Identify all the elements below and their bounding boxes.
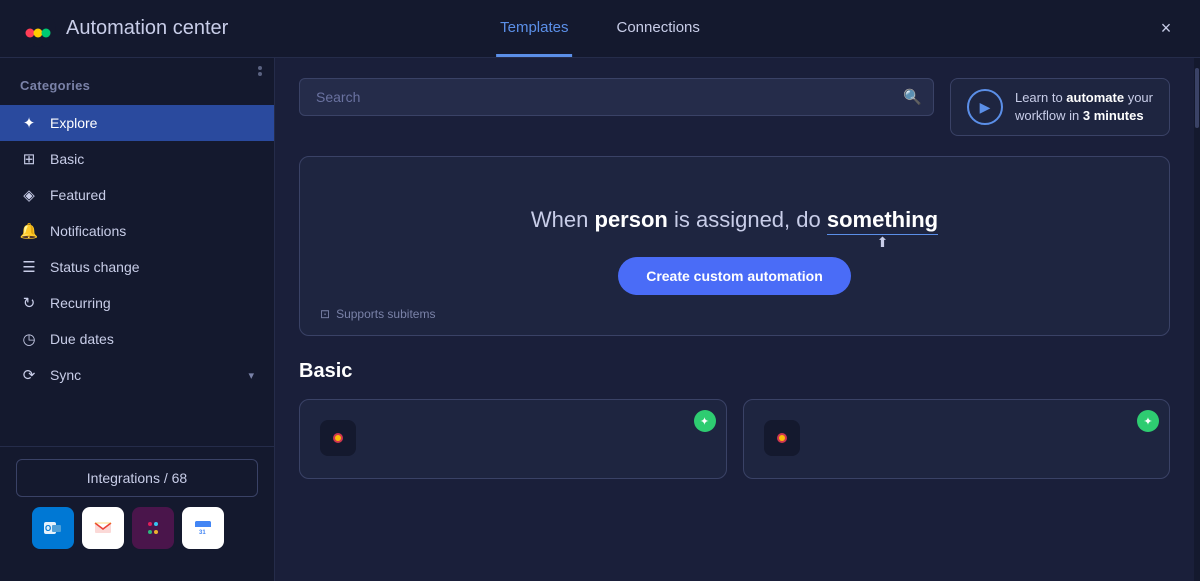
right-scrollbar — [1194, 58, 1200, 581]
learn-bold-minutes: 3 minutes — [1083, 108, 1144, 123]
subitems-text: Supports subitems — [336, 307, 435, 321]
sidebar-bottom: Integrations / 68 O — [0, 446, 274, 565]
sidebar-item-label-due-dates: Due dates — [50, 331, 114, 347]
ai-badge-1: ✦ — [694, 410, 716, 432]
chevron-down-icon: ▾ — [248, 369, 254, 382]
slack-icon[interactable] — [132, 507, 174, 549]
card-logo-2 — [764, 420, 800, 456]
featured-icon: ◈ — [20, 186, 38, 204]
due-dates-icon: ◷ — [20, 330, 38, 348]
phrase-something-underlined: something ⬆ — [827, 207, 938, 233]
header: Automation center Templates Connections … — [0, 0, 1200, 58]
learn-bold-automate: automate — [1066, 90, 1124, 105]
phrase-person: person — [595, 207, 668, 232]
basic-icon: ⊞ — [20, 150, 38, 168]
sync-icon: ⟳ — [20, 366, 38, 384]
sidebar-item-label-featured: Featured — [50, 187, 106, 203]
categories-label: Categories — [0, 74, 274, 105]
sidebar-item-label-sync: Sync — [50, 367, 81, 383]
sidebar-item-sync[interactable]: ⟳ Sync ▾ — [0, 357, 274, 393]
header-tabs: Templates Connections — [496, 1, 704, 57]
monday-logo — [20, 11, 56, 47]
sidebar-item-label-notifications: Notifications — [50, 223, 126, 239]
content-area: 🔍 ▶ Learn to automate yourworkflow in 3 … — [275, 58, 1194, 581]
learn-text: Learn to automate yourworkflow in 3 minu… — [1015, 89, 1153, 125]
supports-subitems-label: ⊡ Supports subitems — [320, 307, 435, 321]
sidebar-item-label-recurring: Recurring — [50, 295, 111, 311]
notifications-icon: 🔔 — [20, 222, 38, 240]
sidebar-item-label-status: Status change — [50, 259, 140, 275]
sidebar-item-notifications[interactable]: 🔔 Notifications — [0, 213, 274, 249]
automation-phrase: When person is assigned, do something ⬆ — [531, 207, 938, 233]
custom-automation-card: When person is assigned, do something ⬆ … — [299, 156, 1170, 336]
svg-text:O: O — [45, 524, 51, 533]
search-input[interactable] — [299, 78, 934, 116]
search-icon: 🔍 — [903, 88, 922, 106]
close-button[interactable]: × — [1152, 15, 1180, 43]
main-layout: Categories ✦ Explore ⊞ Basic ◈ Featured … — [0, 58, 1200, 581]
basic-section-title: Basic — [299, 360, 1170, 383]
scrollbar-thumb[interactable] — [1195, 68, 1199, 128]
sidebar-item-due-dates[interactable]: ◷ Due dates — [0, 321, 274, 357]
scroll-up-indicator[interactable] — [258, 66, 262, 76]
integrations-button[interactable]: Integrations / 68 — [16, 459, 258, 497]
app-title: Automation center — [66, 17, 228, 40]
cursor-icon: ⬆ — [877, 234, 889, 251]
scroll-dot-2 — [258, 72, 262, 76]
integration-icons-row: O — [16, 497, 258, 553]
scroll-dot-1 — [258, 66, 262, 70]
gmail-icon[interactable] — [82, 507, 124, 549]
search-bar: 🔍 — [299, 78, 934, 116]
sidebar-item-label-explore: Explore — [50, 115, 97, 131]
sidebar-item-label-basic: Basic — [50, 151, 84, 167]
automation-card-2[interactable]: ✦ — [743, 399, 1171, 479]
title-suffix: center — [167, 17, 228, 39]
card-logo-1 — [320, 420, 356, 456]
sidebar-item-status-change[interactable]: ☰ Status change — [0, 249, 274, 285]
explore-icon: ✦ — [20, 114, 38, 132]
phrase-something: something — [827, 207, 938, 233]
status-change-icon: ☰ — [20, 258, 38, 276]
sidebar-item-explore[interactable]: ✦ Explore — [0, 105, 274, 141]
content-top-bar: 🔍 ▶ Learn to automate yourworkflow in 3 … — [299, 78, 1170, 136]
sidebar-item-recurring[interactable]: ↻ Recurring — [0, 285, 274, 321]
create-custom-automation-button[interactable]: Create custom automation — [618, 257, 851, 295]
play-icon: ▶ — [967, 89, 1003, 125]
ai-badge-2: ✦ — [1137, 410, 1159, 432]
outlook-icon[interactable]: O — [32, 507, 74, 549]
basic-cards-row: ✦ ✦ — [299, 399, 1170, 479]
tab-connections[interactable]: Connections — [612, 1, 703, 57]
learn-widget[interactable]: ▶ Learn to automate yourworkflow in 3 mi… — [950, 78, 1170, 136]
tab-templates[interactable]: Templates — [496, 1, 572, 57]
calendar-icon[interactable]: 31 — [182, 507, 224, 549]
logo-area: Automation center — [20, 11, 300, 47]
recurring-icon: ↻ — [20, 294, 38, 312]
automation-card-1[interactable]: ✦ — [299, 399, 727, 479]
sidebar-item-featured[interactable]: ◈ Featured — [0, 177, 274, 213]
sidebar-item-basic[interactable]: ⊞ Basic — [0, 141, 274, 177]
svg-text:31: 31 — [199, 530, 206, 536]
subitems-icon: ⊡ — [320, 307, 330, 321]
sidebar: Categories ✦ Explore ⊞ Basic ◈ Featured … — [0, 58, 275, 581]
title-bold: Automation — [66, 17, 167, 39]
